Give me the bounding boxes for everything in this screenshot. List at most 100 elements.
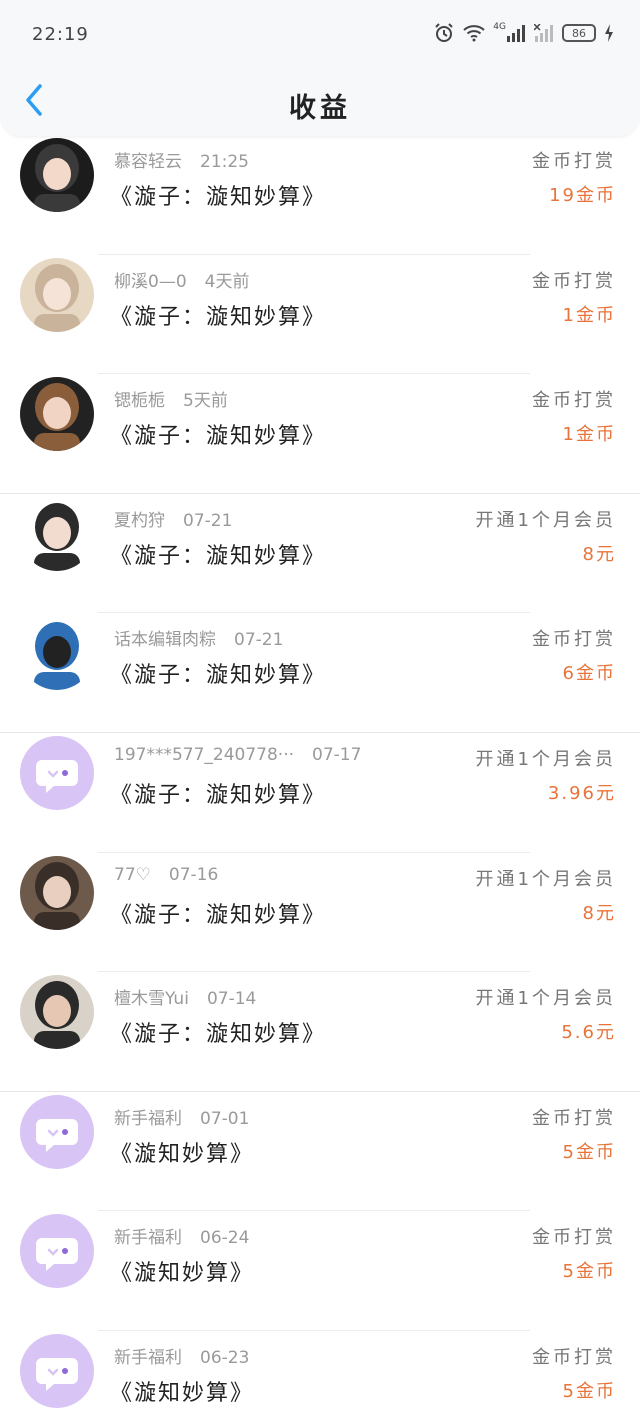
user-line: 话本编辑肉粽 07-21 — [114, 625, 283, 650]
battery-icon: 86 — [562, 24, 596, 42]
earning-type: 金币打赏 — [532, 1346, 616, 1368]
timestamp: 06-24 — [200, 1228, 250, 1249]
earning-amount: 1金币 — [562, 304, 616, 326]
alarm-icon — [433, 22, 455, 44]
earning-amount: 5金币 — [562, 1141, 616, 1163]
earning-type: 开通1个月会员 — [475, 988, 616, 1010]
earning-type: 金币打赏 — [532, 151, 616, 172]
user-line: 锶栀栀 5天前 — [114, 386, 228, 411]
user-line: 77♡ 07-16 — [114, 865, 218, 885]
timestamp: 07-21 — [234, 630, 284, 651]
earning-type: 金币打赏 — [532, 270, 616, 292]
list-item[interactable]: 慕容轻云 21:25 《漩子：漩知妙算》 金币打赏 19金币 — [0, 135, 640, 255]
earning-amount: 19金币 — [549, 185, 616, 206]
default-avatar-icon[interactable] — [20, 1094, 94, 1169]
cellular-signal-icon: 4G — [493, 22, 526, 44]
default-avatar-icon[interactable] — [20, 735, 94, 810]
timestamp: 07-14 — [206, 989, 257, 1010]
user-line: 檀木雪Yui 07-14 — [114, 984, 256, 1009]
earning-type: 开通1个月会员 — [475, 509, 616, 531]
user-line: 新手福利 06-24 — [114, 1223, 249, 1248]
user-line: 197***577_240778··· 07-17 — [114, 745, 361, 765]
wifi-icon — [463, 22, 485, 44]
earning-type: 开通1个月会员 — [475, 868, 616, 890]
default-avatar-icon[interactable] — [20, 1333, 94, 1408]
timestamp: 07-01 — [200, 1108, 250, 1129]
earning-type: 开通1个月会员 — [475, 748, 616, 770]
default-avatar-icon[interactable] — [20, 1214, 94, 1289]
avatar[interactable] — [20, 975, 94, 1050]
earning-amount: 6金币 — [562, 663, 616, 685]
user-name[interactable]: 柳溪0—0 — [114, 272, 187, 292]
user-line: 新手福利 07-01 — [114, 1104, 249, 1129]
book-title: 《漩知妙算》 — [110, 1261, 255, 1287]
list-item[interactable]: 锶栀栀 5天前 《漩子：漩知妙算》 金币打赏 1金币 — [0, 374, 640, 494]
user-line: 柳溪0—0 4天前 — [114, 267, 249, 292]
book-title: 《漩子：漩知妙算》 — [110, 424, 327, 450]
book-title: 《漩知妙算》 — [110, 1141, 255, 1167]
book-title: 《漩知妙算》 — [110, 1380, 255, 1406]
list-item[interactable]: 话本编辑肉粽 07-21 《漩子：漩知妙算》 金币打赏 6金币 — [0, 613, 640, 733]
user-name[interactable]: 新手福利 — [114, 1348, 182, 1368]
book-title: 《漩子：漩知妙算》 — [110, 543, 327, 569]
charging-icon — [604, 22, 614, 44]
avatar[interactable] — [20, 377, 94, 452]
user-name[interactable]: 夏杓狩 — [114, 511, 165, 531]
user-line: 夏杓狩 07-21 — [114, 506, 232, 531]
list-item[interactable]: 柳溪0—0 4天前 《漩子：漩知妙算》 金币打赏 1金币 — [0, 255, 640, 375]
list-item[interactable]: 新手福利 06-23 《漩知妙算》 金币打赏 5金币 — [0, 1331, 640, 1415]
list-item[interactable]: 新手福利 06-24 《漩知妙算》 金币打赏 5金币 — [0, 1211, 640, 1331]
avatar[interactable] — [20, 138, 94, 212]
earning-type: 金币打赏 — [532, 1107, 616, 1129]
earning-amount: 8元 — [582, 543, 616, 565]
status-time: 22:19 — [32, 24, 89, 45]
list-item[interactable]: 夏杓狩 07-21 《漩子：漩知妙算》 开通1个月会员 8元 — [0, 494, 640, 614]
avatar[interactable] — [20, 616, 94, 691]
network-type: 4G — [493, 22, 506, 32]
timestamp: 21:25 — [200, 152, 249, 172]
earning-amount: 5金币 — [562, 1261, 616, 1283]
avatar[interactable] — [20, 855, 94, 930]
earning-amount: 5金币 — [562, 1380, 616, 1402]
earning-amount: 8元 — [582, 902, 616, 924]
book-title: 《漩子：漩知妙算》 — [110, 1022, 327, 1048]
page-title: 收益 — [289, 93, 351, 124]
earnings-list: 慕容轻云 21:25 《漩子：漩知妙算》 金币打赏 19金币 柳溪0—0 4天前 《… — [0, 135, 640, 1415]
book-title: 《漩子：漩知妙算》 — [110, 902, 327, 928]
timestamp: 07-21 — [183, 510, 233, 531]
list-item[interactable]: 新手福利 07-01 《漩知妙算》 金币打赏 5金币 — [0, 1092, 640, 1212]
timestamp: 07-16 — [168, 864, 219, 885]
user-name[interactable]: 话本编辑肉粽 — [114, 630, 216, 650]
timestamp: 06-23 — [200, 1347, 250, 1368]
timestamp: 5天前 — [183, 391, 228, 412]
timestamp: 07-17 — [312, 744, 362, 765]
list-item[interactable]: 77♡ 07-16 《漩子：漩知妙算》 开通1个月会员 8元 — [0, 853, 640, 973]
user-line: 新手福利 06-23 — [114, 1343, 249, 1368]
earning-type: 金币打赏 — [532, 390, 616, 412]
book-title: 《漩子：漩知妙算》 — [110, 663, 327, 689]
user-name[interactable]: 新手福利 — [114, 1109, 182, 1129]
earning-amount: 3.96元 — [547, 782, 616, 804]
avatar[interactable] — [20, 257, 94, 332]
timestamp: 4天前 — [204, 271, 250, 292]
user-name[interactable]: 197***577_240778··· — [114, 745, 294, 765]
user-name[interactable]: 檀木雪Yui — [114, 989, 189, 1009]
book-title: 《漩子：漩知妙算》 — [110, 782, 327, 808]
battery-level: 86 — [572, 26, 586, 40]
user-line: 慕容轻云 21:25 — [114, 147, 249, 172]
earning-amount: 1金币 — [562, 424, 616, 446]
book-title: 《漩子：漩知妙算》 — [110, 185, 327, 210]
user-name[interactable]: 慕容轻云 — [114, 152, 182, 172]
user-name[interactable]: 77♡ — [114, 865, 151, 885]
user-name[interactable]: 锶栀栀 — [114, 391, 165, 411]
earning-type: 金币打赏 — [532, 1227, 616, 1249]
earning-type: 金币打赏 — [532, 629, 616, 651]
header: 收益 — [0, 60, 640, 136]
book-title: 《漩子：漩知妙算》 — [110, 304, 327, 330]
earning-amount: 5.6元 — [561, 1022, 616, 1044]
avatar[interactable] — [20, 496, 94, 571]
list-item[interactable]: 197***577_240778··· 07-17 《漩子：漩知妙算》 开通1个月… — [0, 733, 640, 853]
user-name[interactable]: 新手福利 — [114, 1228, 182, 1248]
list-item[interactable]: 檀木雪Yui 07-14 《漩子：漩知妙算》 开通1个月会员 5.6元 — [0, 972, 640, 1092]
status-icons: 4G 86 — [433, 22, 614, 44]
